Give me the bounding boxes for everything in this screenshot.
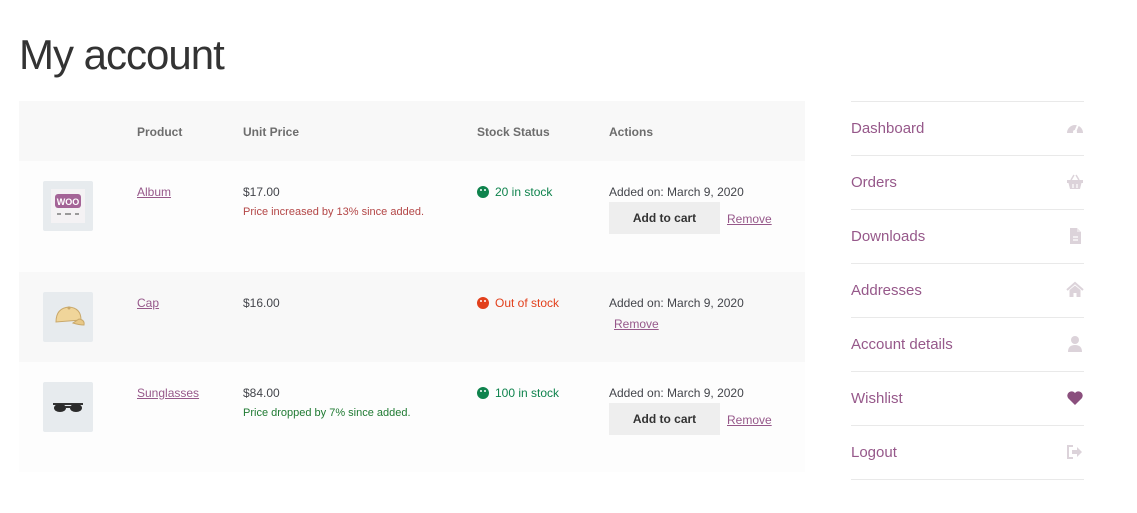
album-thumbnail[interactable]: WOO [43,181,93,231]
stock-status: 100 in stock [477,386,559,400]
table-row: Sunglasses $84.00 Price dropped by 7% si… [19,362,805,472]
header-product: Product [137,125,183,139]
nav-item-label: Addresses [851,282,922,299]
nav-item-label: Account details [851,336,953,353]
smile-icon [477,186,489,198]
svg-text:WOO: WOO [57,197,80,207]
nav-item-label: Dashboard [851,120,925,137]
nav-item-logout[interactable]: Logout [851,426,1084,480]
stock-status: Out of stock [477,296,559,310]
stock-status-label: 20 in stock [495,185,553,199]
nav-item-wishlist[interactable]: Wishlist [851,372,1084,426]
smile-icon [477,387,489,399]
add-to-cart-button[interactable]: Add to cart [609,202,720,234]
file-icon [1066,227,1084,245]
add-to-cart-button[interactable]: Add to cart [609,403,720,435]
nav-item-label: Wishlist [851,390,903,407]
header-actions: Actions [609,125,654,139]
nav-item-label: Orders [851,174,897,191]
table-header: Product Unit Price Stock Status Actions [19,101,805,161]
header-stock-status: Stock Status [477,125,550,139]
table-row: Cap $16.00 Out of stock Added on: March … [19,272,805,362]
unit-price: $17.00 [243,185,280,199]
cap-thumbnail[interactable] [43,292,93,342]
added-date: Added on: March 9, 2020 [609,296,744,310]
product-link-sunglasses[interactable]: Sunglasses [137,386,199,400]
sunglasses-thumbnail[interactable] [43,382,93,432]
remove-link[interactable]: Remove [727,413,772,427]
stock-status-label: 100 in stock [495,386,560,400]
nav-item-dashboard[interactable]: Dashboard [851,102,1084,156]
heart-icon [1066,389,1084,407]
price-change-note: Price increased by 13% since added. [243,206,424,218]
remove-link[interactable]: Remove [727,212,772,226]
added-date: Added on: March 9, 2020 [609,185,744,199]
basket-icon [1066,173,1084,191]
header-unit-price: Unit Price [243,125,300,139]
frown-icon [477,297,489,309]
nav-item-downloads[interactable]: Downloads [851,210,1084,264]
stock-status: 20 in stock [477,185,552,199]
product-link-album[interactable]: Album [137,185,171,199]
nav-item-addresses[interactable]: Addresses [851,264,1084,318]
table-row: WOO Album $17.00 Price increased by 13% … [19,161,805,272]
logout-icon [1066,443,1084,461]
page-title: My account [19,31,225,78]
nav-item-label: Logout [851,444,897,461]
nav-item-account-details[interactable]: Account details [851,318,1084,372]
wishlist-table: Product Unit Price Stock Status Actions … [19,101,805,472]
nav-item-orders[interactable]: Orders [851,156,1084,210]
product-link-cap[interactable]: Cap [137,296,159,310]
stock-status-label: Out of stock [495,296,560,310]
dashboard-icon [1066,119,1084,137]
unit-price: $84.00 [243,386,280,400]
added-date: Added on: March 9, 2020 [609,386,744,400]
home-icon [1066,281,1084,299]
unit-price: $16.00 [243,296,280,310]
account-navigation: Dashboard Orders Downloads Addresses Acc… [851,101,1084,480]
nav-item-label: Downloads [851,228,926,245]
remove-link[interactable]: Remove [614,317,659,331]
price-change-note: Price dropped by 7% since added. [243,407,411,419]
user-icon [1066,335,1084,353]
